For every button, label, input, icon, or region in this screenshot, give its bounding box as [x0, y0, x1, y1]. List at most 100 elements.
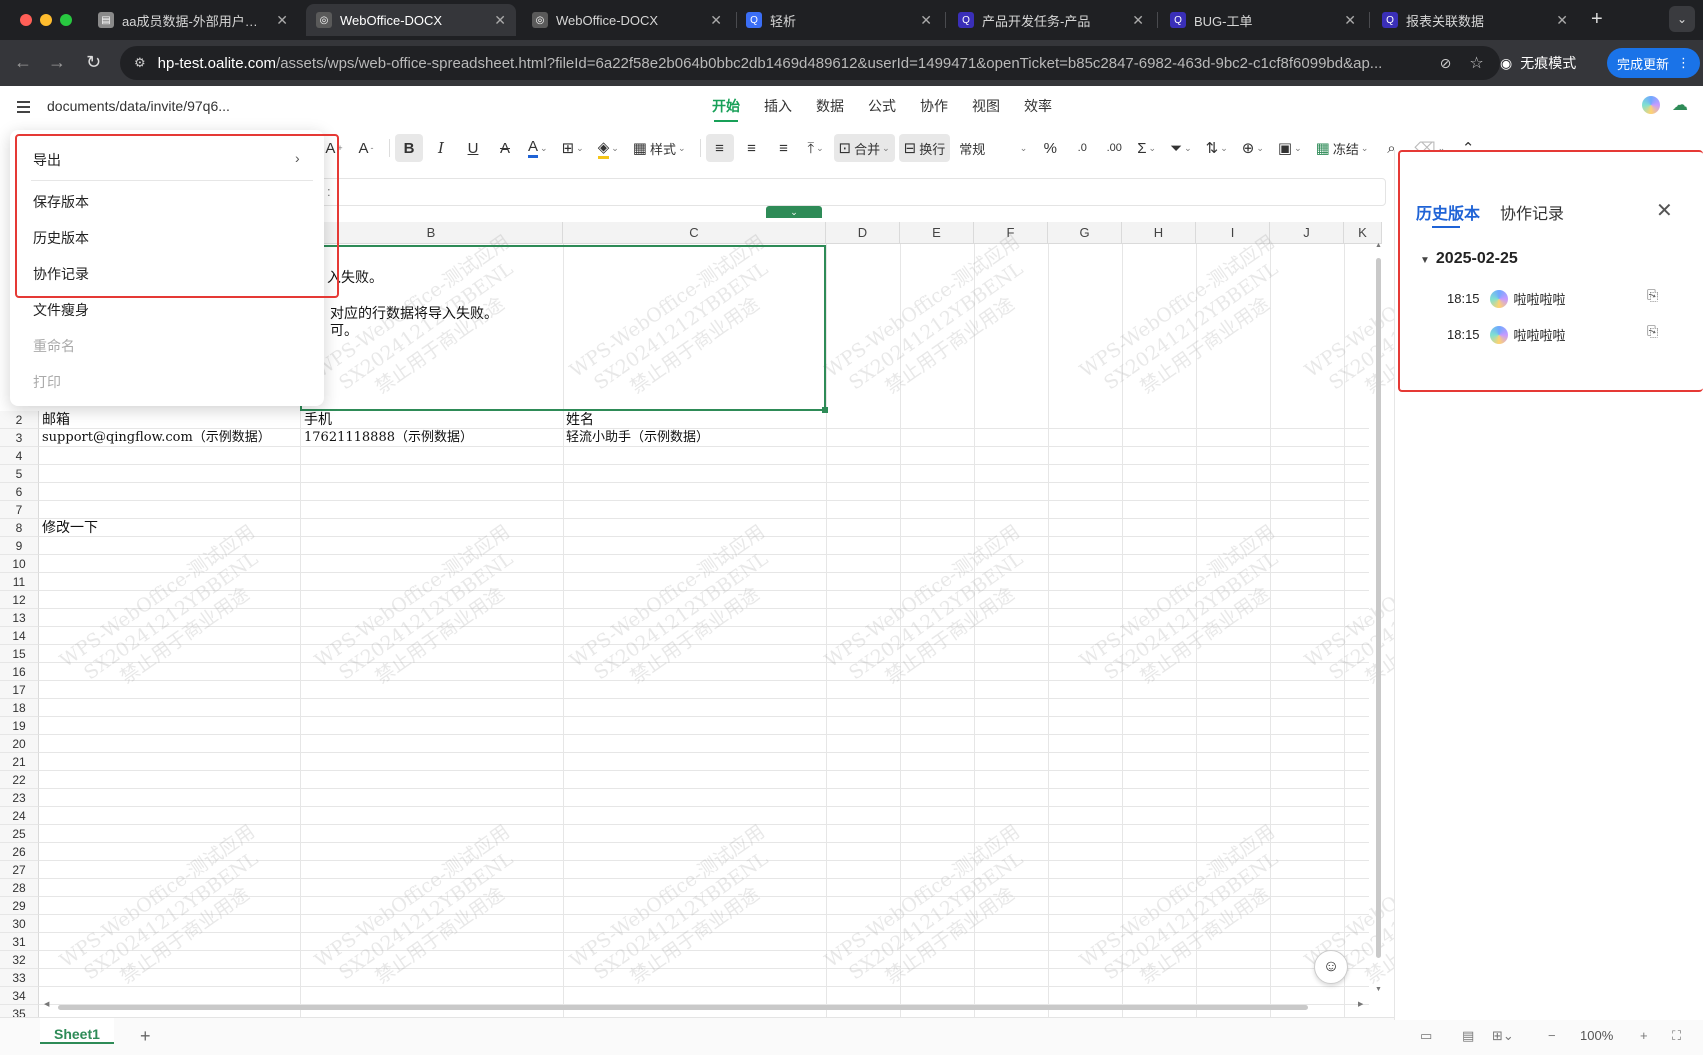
font-size-decrease-icon[interactable]: A-: [352, 134, 380, 162]
scroll-up-icon[interactable]: ▲: [1375, 242, 1382, 249]
row-header[interactable]: 26: [0, 843, 39, 861]
site-settings-icon[interactable]: ⚙: [134, 55, 146, 71]
update-button[interactable]: 完成更新 ⋮: [1607, 48, 1701, 78]
cloud-saved-icon[interactable]: ☁: [1672, 95, 1688, 115]
align-center-icon[interactable]: ≡: [738, 134, 766, 162]
align-right-icon[interactable]: ≡: [770, 134, 798, 162]
column-header[interactable]: E: [900, 222, 974, 244]
cell-a3[interactable]: support@qingflow.com（示例数据）: [42, 429, 271, 447]
row-header[interactable]: 33: [0, 969, 39, 987]
scroll-thumb[interactable]: [1376, 258, 1381, 958]
freeze-button[interactable]: ▦ 冻结 ⌄: [1311, 134, 1374, 162]
row-header[interactable]: 32: [0, 951, 39, 969]
history-entry[interactable]: 18:15 啦啦啦啦: [1447, 325, 1566, 344]
wrap-button[interactable]: ⊟ 换行: [898, 134, 951, 162]
vertical-align-icon[interactable]: ⤒ ⌄: [802, 134, 830, 162]
scroll-left-icon[interactable]: ◀: [44, 1000, 49, 1008]
sum-icon[interactable]: Σ ⌄: [1132, 134, 1161, 162]
row-header[interactable]: 12: [0, 591, 39, 609]
eye-off-icon[interactable]: ⊘: [1440, 55, 1452, 72]
style-button[interactable]: ▦ 样式 ⌄: [628, 134, 691, 162]
fill-handle[interactable]: [822, 407, 828, 413]
browser-tab[interactable]: ▤ aa成员数据-外部用户测试 ✕: [88, 4, 298, 36]
merge-button[interactable]: ⊡ 合并 ⌄: [833, 134, 895, 162]
new-tab-icon[interactable]: +: [1591, 8, 1603, 31]
zoom-level[interactable]: 100%: [1580, 1028, 1613, 1043]
tab-insert[interactable]: 插入: [752, 86, 804, 128]
close-tab-icon[interactable]: ✕: [920, 12, 932, 29]
row-header[interactable]: 6: [0, 483, 39, 501]
number-format-select[interactable]: 常规 ⌄: [954, 134, 1032, 162]
tab-start[interactable]: 开始: [700, 86, 752, 128]
increase-decimal-icon[interactable]: .0: [1068, 134, 1096, 162]
row-header[interactable]: 8: [0, 519, 39, 537]
column-header[interactable]: J: [1270, 222, 1344, 244]
page-break-icon[interactable]: ⊞⌄: [1492, 1028, 1514, 1044]
menu-item-collab-log[interactable]: 协作记录: [33, 264, 89, 284]
row-header[interactable]: 10: [0, 555, 39, 573]
selected-merged-cell[interactable]: 入失败。 对应的行数据将导入失败。 可。: [300, 245, 828, 413]
row-header[interactable]: 28: [0, 879, 39, 897]
fill-color-icon[interactable]: ◈ ⌄: [593, 134, 624, 162]
italic-icon[interactable]: I: [427, 134, 455, 162]
assistant-bot-icon[interactable]: ☺: [1314, 950, 1348, 984]
tab-data[interactable]: 数据: [804, 86, 856, 128]
tab-efficiency[interactable]: 效率: [1012, 86, 1064, 128]
close-tab-icon[interactable]: ✕: [494, 12, 506, 29]
row-header[interactable]: 19: [0, 717, 39, 735]
close-tab-icon[interactable]: ✕: [1556, 12, 1568, 29]
row-header[interactable]: 29: [0, 897, 39, 915]
zoom-in-icon[interactable]: +: [1640, 1028, 1648, 1043]
scroll-thumb[interactable]: [58, 1005, 1308, 1010]
menu-item-slim[interactable]: 文件瘦身: [33, 300, 89, 320]
close-window-icon[interactable]: [20, 14, 32, 26]
row-header[interactable]: 9: [0, 537, 39, 555]
cell-c2[interactable]: 姓名: [566, 411, 594, 429]
tab-search-icon[interactable]: ⌄: [1669, 6, 1695, 32]
row-header[interactable]: 18: [0, 699, 39, 717]
column-header[interactable]: C: [563, 222, 826, 244]
fullscreen-icon[interactable]: ⛶: [1672, 1028, 1681, 1044]
sort-icon[interactable]: ⇅ ⌄: [1201, 134, 1233, 162]
expand-formula-icon[interactable]: ⌄: [766, 206, 822, 218]
row-header[interactable]: 13: [0, 609, 39, 627]
bookmark-star-icon[interactable]: ☆: [1469, 53, 1483, 73]
close-tab-icon[interactable]: ✕: [1132, 12, 1144, 29]
row-header[interactable]: 17: [0, 681, 39, 699]
reload-icon[interactable]: ↻: [86, 52, 101, 73]
cell-tools-icon[interactable]: ⊕ ⌄: [1237, 134, 1269, 162]
maximize-window-icon[interactable]: [60, 14, 72, 26]
image-insert-icon[interactable]: ▣ ⌄: [1273, 134, 1307, 162]
menu-item-save-version[interactable]: 保存版本: [33, 192, 89, 212]
back-icon[interactable]: ←: [14, 52, 32, 73]
font-size-increase-icon[interactable]: A +: [320, 134, 348, 162]
font-color-icon[interactable]: A ⌄: [523, 134, 553, 162]
row-header[interactable]: 16: [0, 663, 39, 681]
sheet-tab[interactable]: Sheet1: [40, 1018, 114, 1044]
cell-b3[interactable]: 17621118888（示例数据）: [304, 429, 473, 447]
strikethrough-icon[interactable]: A: [491, 134, 519, 162]
cell-c3[interactable]: 轻流小助手（示例数据）: [566, 429, 709, 447]
browser-tab[interactable]: Q 产品开发任务-产品 ✕: [948, 4, 1154, 36]
row-header[interactable]: 25: [0, 825, 39, 843]
horizontal-scrollbar[interactable]: ◀ ▶: [44, 1000, 1368, 1011]
filter-icon[interactable]: ⏷ ⌄: [1165, 134, 1197, 162]
browser-tab[interactable]: Q 轻析 ✕: [736, 4, 942, 36]
menu-item-history[interactable]: 历史版本: [33, 228, 89, 248]
close-icon[interactable]: ✕: [1656, 198, 1673, 223]
scroll-right-icon[interactable]: ▶: [1358, 1000, 1363, 1008]
row-header[interactable]: 22: [0, 771, 39, 789]
browser-tab[interactable]: Q BUG-工单 ✕: [1160, 4, 1366, 36]
row-header[interactable]: 23: [0, 789, 39, 807]
menu-item-export[interactable]: 导出: [33, 150, 61, 170]
underline-icon[interactable]: U: [459, 134, 487, 162]
row-header[interactable]: 24: [0, 807, 39, 825]
row-header[interactable]: 30: [0, 915, 39, 933]
row-header[interactable]: 7: [0, 501, 39, 519]
bold-icon[interactable]: B: [395, 134, 423, 162]
vertical-scrollbar[interactable]: ▲ ▼: [1374, 242, 1382, 996]
row-header[interactable]: 34: [0, 987, 39, 1005]
tab-formula[interactable]: 公式: [856, 86, 908, 128]
tab-collab-records[interactable]: 协作记录: [1500, 200, 1564, 224]
row-header[interactable]: 31: [0, 933, 39, 951]
